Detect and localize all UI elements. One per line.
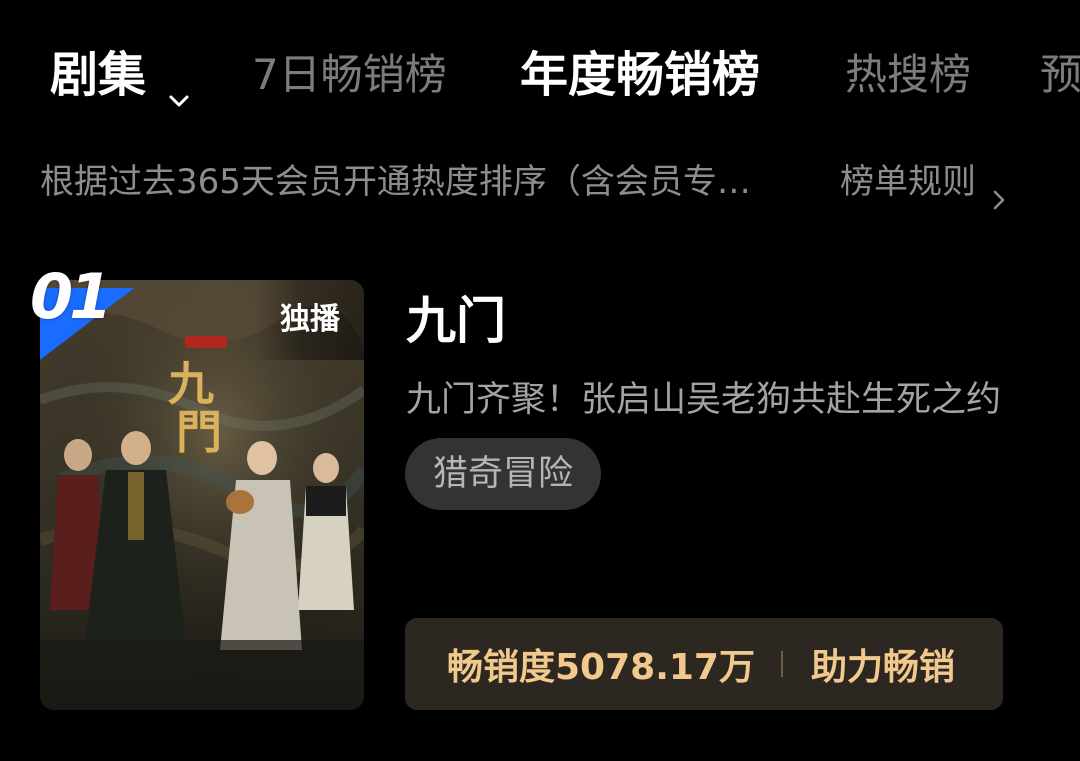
sales-bar: 畅销度5078.17万 助力畅销: [405, 618, 1003, 710]
ranking-rules-link[interactable]: 榜单规则: [840, 152, 1010, 212]
ranking-rules-label: 榜单规则: [840, 162, 976, 202]
tab-hot-search[interactable]: 热搜榜: [845, 40, 971, 110]
tab-weekly-bestseller[interactable]: 7日畅销榜: [252, 40, 447, 110]
sales-value: 畅销度5078.17万: [447, 647, 755, 688]
svg-text:九: 九: [168, 357, 214, 411]
tab-bar: 剧集 7日畅销榜 年度畅销榜 热搜榜 预: [0, 0, 1080, 150]
rank-badge: 01: [26, 264, 146, 364]
category-selector[interactable]: 剧集: [50, 40, 190, 110]
chevron-right-icon: [988, 170, 1010, 209]
tab-upcoming[interactable]: 预: [1040, 40, 1080, 110]
chevron-down-icon: [168, 61, 190, 107]
divider: [780, 651, 783, 677]
show-title[interactable]: 九门: [406, 286, 506, 356]
genre-tag[interactable]: 猎奇冒险: [405, 438, 602, 510]
exclusive-badge: 独播: [256, 280, 364, 360]
ranking-rule-description: 根据过去365天会员开通热度排序（含会员专享内容）: [40, 162, 780, 202]
tab-yearly-bestseller[interactable]: 年度畅销榜: [520, 40, 760, 110]
svg-text:門: 門: [176, 405, 222, 459]
ranking-list-item[interactable]: 九 門 独播 01 九门 九门齐聚！张启山吴老狗共赴生死之约 猎奇冒险 畅销度5…: [0, 262, 1080, 722]
boost-sales-button[interactable]: 助力畅销: [811, 638, 955, 690]
show-description: 九门齐聚！张启山吴老狗共赴生死之约: [406, 380, 1002, 420]
category-label: 剧集: [50, 47, 147, 103]
rank-number: 01: [30, 260, 112, 333]
